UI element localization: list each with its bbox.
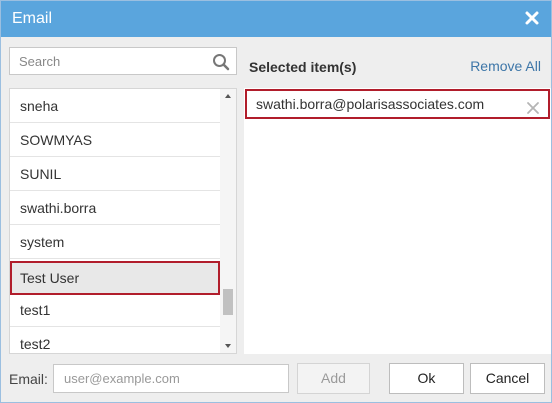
search-icon[interactable] bbox=[212, 53, 230, 71]
list-item[interactable]: test2 bbox=[10, 327, 220, 353]
list-item[interactable]: system bbox=[10, 225, 220, 259]
cancel-button[interactable]: Cancel bbox=[470, 363, 545, 394]
remove-all-link[interactable]: Remove All bbox=[470, 58, 541, 74]
scroll-down-arrow-icon[interactable] bbox=[220, 339, 236, 353]
selected-item[interactable]: swathi.borra@polarisassociates.com bbox=[245, 89, 550, 119]
scroll-thumb[interactable] bbox=[223, 289, 233, 315]
dialog-titlebar: Email bbox=[1, 1, 551, 37]
email-label: Email: bbox=[9, 371, 48, 387]
list-scrollbar[interactable] bbox=[220, 89, 236, 353]
ok-button[interactable]: Ok bbox=[389, 363, 464, 394]
add-button[interactable]: Add bbox=[297, 363, 370, 394]
search-box bbox=[9, 47, 237, 75]
list-item[interactable]: SUNIL bbox=[10, 157, 220, 191]
selected-item-label: swathi.borra@polarisassociates.com bbox=[256, 96, 485, 112]
selected-items-panel: Selected item(s) Remove All swathi.borra… bbox=[244, 47, 551, 354]
dialog-title: Email bbox=[12, 10, 53, 27]
list-item[interactable]: SOWMYAS bbox=[10, 123, 220, 157]
user-list[interactable]: sneha SOWMYAS SUNIL swathi.borra system … bbox=[10, 89, 220, 353]
close-icon[interactable] bbox=[523, 9, 541, 27]
selected-items-header: Selected item(s) bbox=[249, 59, 357, 75]
list-item[interactable]: swathi.borra bbox=[10, 191, 220, 225]
remove-item-icon[interactable] bbox=[526, 97, 540, 114]
list-item[interactable]: test1 bbox=[10, 293, 220, 327]
user-list-panel: sneha SOWMYAS SUNIL swathi.borra system … bbox=[9, 88, 237, 354]
scroll-up-arrow-icon[interactable] bbox=[220, 89, 236, 103]
search-input[interactable] bbox=[10, 48, 206, 74]
list-item[interactable]: sneha bbox=[10, 89, 220, 123]
selected-items-list: swathi.borra@polarisassociates.com bbox=[244, 88, 551, 354]
email-field[interactable] bbox=[53, 364, 289, 393]
list-item-selected[interactable]: Test User bbox=[10, 261, 220, 295]
email-dialog: Email sneha SOWMYAS SUNIL swathi.borra s… bbox=[0, 0, 552, 403]
